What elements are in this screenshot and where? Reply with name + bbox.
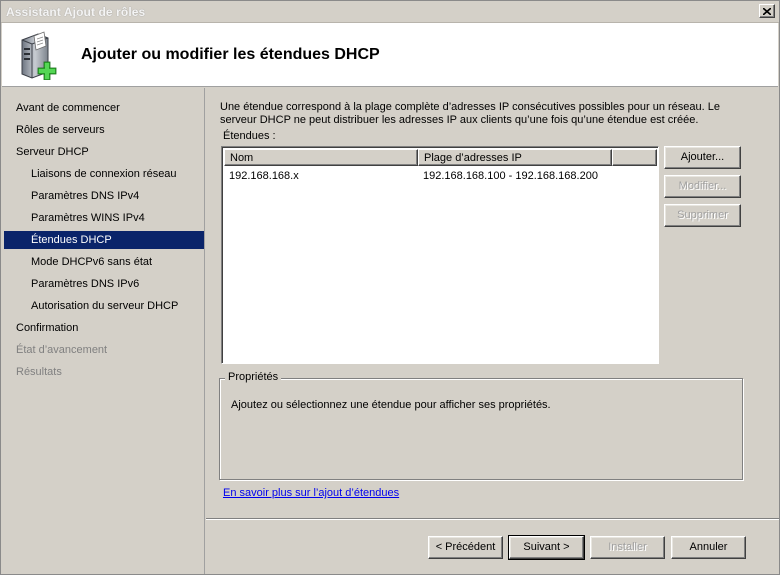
nav-item-before-you-begin[interactable]: Avant de commencer (4, 99, 204, 117)
properties-title: Propriétés (225, 371, 282, 383)
description-text: Une étendue correspond à la plage complè… (220, 101, 721, 126)
nav-item-dhcp-authorization[interactable]: Autorisation du serveur DHCP (4, 297, 204, 315)
scope-name-cell: 192.168.168.x (229, 170, 299, 182)
nav-item-progress: État d’avancement (16, 344, 108, 356)
column-header-name[interactable]: Nom (224, 149, 418, 166)
delete-button[interactable]: Supprimer (664, 204, 741, 227)
wizard-header: Ajouter ou modifier les étendues DHCP (2, 23, 778, 87)
table-row[interactable]: 192.168.168.x 192.168.168.100 - 192.168.… (224, 168, 657, 184)
edit-button[interactable]: Modifier... (664, 175, 741, 198)
learn-more-link[interactable]: En savoir plus sur l’ajout d’étendues (223, 487, 399, 499)
list-header: Nom Plage d’adresses IP (224, 149, 657, 166)
nav-item-server-roles[interactable]: Rôles de serveurs (4, 121, 204, 139)
nav-item-dhcpv6-stateless[interactable]: Mode DHCPv6 sans état (4, 253, 204, 271)
column-header-range[interactable]: Plage d’adresses IP (418, 149, 612, 166)
properties-group: Propriétés Ajoutez ou sélectionnez une é… (219, 371, 743, 480)
close-icon (763, 7, 771, 15)
wizard-nav: Avant de commencer Rôles de serveurs Ser… (2, 88, 205, 574)
window-title: Assistant Ajout de rôles (6, 5, 146, 19)
server-add-icon (21, 31, 57, 80)
page-title: Ajouter ou modifier les étendues DHCP (81, 46, 380, 63)
install-button[interactable]: Installer (590, 536, 665, 559)
scope-range-cell: 192.168.168.100 - 192.168.168.200 (423, 170, 598, 182)
cancel-button[interactable]: Annuler (671, 536, 746, 559)
title-bar[interactable]: Assistant Ajout de rôles (1, 1, 779, 23)
nav-item-network-bindings[interactable]: Liaisons de connexion réseau (4, 165, 204, 183)
nav-item-dhcp-scopes[interactable]: Étendues DHCP (4, 231, 204, 249)
nav-item-confirmation[interactable]: Confirmation (4, 319, 204, 337)
previous-button[interactable]: < Précédent (428, 536, 503, 559)
column-header-filler (612, 149, 657, 166)
properties-text: Ajoutez ou sélectionnez une étendue pour… (231, 399, 551, 411)
nav-item-dns-ipv6[interactable]: Paramètres DNS IPv6 (4, 275, 204, 293)
scopes-list[interactable]: Nom Plage d’adresses IP 192.168.168.x 19… (221, 146, 659, 364)
scopes-label: Étendues : (223, 130, 276, 142)
nav-item-dns-ipv4[interactable]: Paramètres DNS IPv4 (4, 187, 204, 205)
nav-item-dhcp-server[interactable]: Serveur DHCP (4, 143, 204, 161)
main-content: Une étendue correspond à la plage complè… (206, 88, 779, 518)
add-button[interactable]: Ajouter... (664, 146, 741, 169)
next-button[interactable]: Suivant > (508, 535, 585, 560)
wizard-window: Assistant Ajout de rôles Ajouter ou modi… (0, 0, 780, 575)
wizard-footer: < Précédent Suivant > Installer Annuler (206, 518, 779, 574)
nav-item-results: Résultats (16, 366, 62, 378)
close-button[interactable] (759, 4, 775, 18)
nav-item-wins-ipv4[interactable]: Paramètres WINS IPv4 (4, 209, 204, 227)
